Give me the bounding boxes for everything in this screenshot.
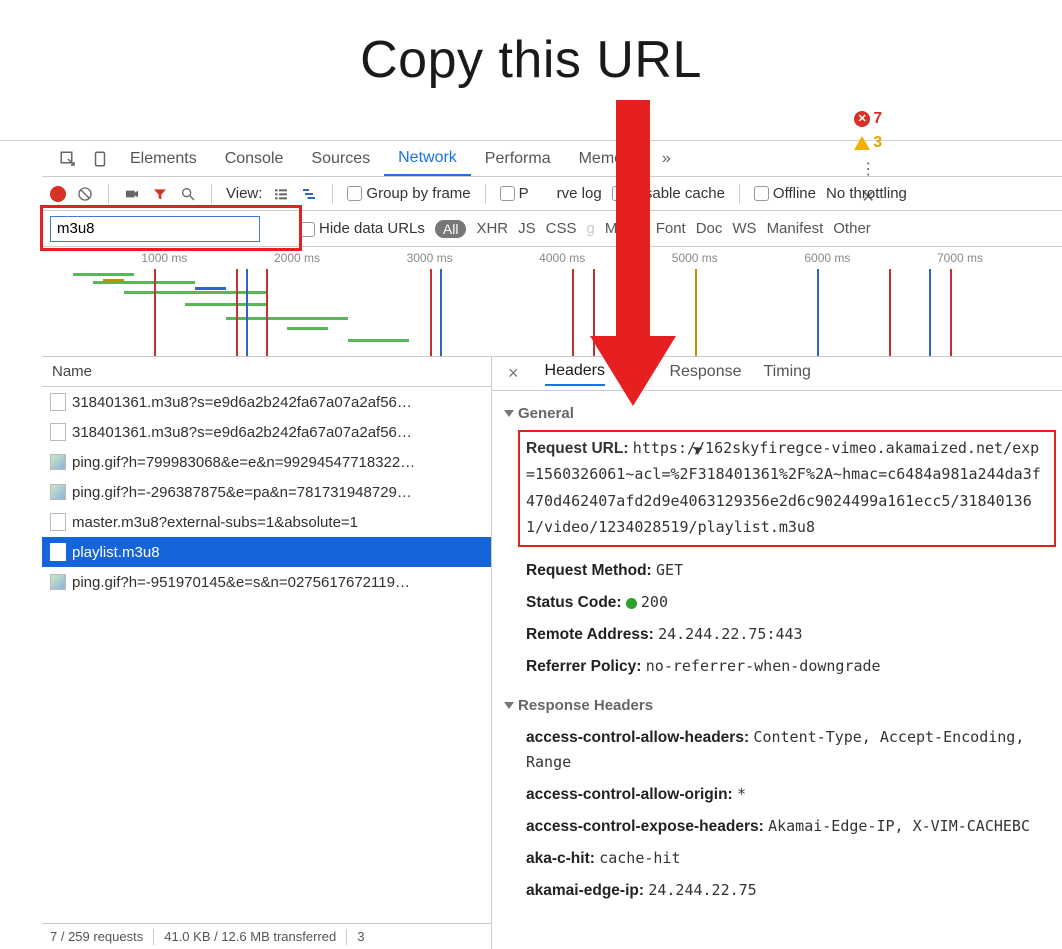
request-name: playlist.m3u8	[72, 544, 160, 561]
resp-header-value: 24.244.22.75	[648, 881, 756, 899]
remote-address: 24.244.22.75:443	[658, 625, 803, 643]
image-file-icon	[50, 484, 66, 500]
request-name: ping.gif?h=-296387875&e=pa&n=78173194872…	[72, 484, 412, 501]
resp-header-value: cache-hit	[599, 849, 680, 867]
tick: 7000 ms	[937, 251, 983, 265]
request-row[interactable]: master.m3u8?external-subs=1&absolute=1	[42, 507, 491, 537]
filter-all[interactable]: All	[435, 220, 467, 238]
request-method: GET	[656, 561, 683, 579]
name-column-header[interactable]: Name	[42, 357, 491, 387]
throttling-select[interactable]: No throttling	[826, 185, 907, 202]
filter-xhr[interactable]: XHR	[476, 220, 508, 237]
request-row[interactable]: ping.gif?h=-296387875&e=pa&n=78173194872…	[42, 477, 491, 507]
more-tabs-icon[interactable]: »	[655, 148, 677, 170]
hide-data-urls[interactable]: Hide data URLs	[300, 220, 425, 237]
error-count[interactable]: ✕7	[854, 110, 882, 128]
request-row[interactable]: 318401361.m3u8?s=e9d6a2b242fa67a07a2af56…	[42, 387, 491, 417]
filter-img[interactable]: g	[586, 220, 594, 237]
group-by-frame[interactable]: Group by frame	[347, 185, 470, 202]
request-detail-pane: × Headers ew Response Timing General Req…	[492, 357, 1062, 949]
tick: 6000 ms	[804, 251, 850, 265]
filter-manifest[interactable]: Manifest	[767, 220, 824, 237]
detail-tab-response[interactable]: Response	[669, 363, 741, 385]
filter-other[interactable]: Other	[833, 220, 871, 237]
filter-doc[interactable]: Doc	[696, 220, 723, 237]
request-name: 318401361.m3u8?s=e9d6a2b242fa67a07a2af56…	[72, 394, 412, 411]
tab-sources[interactable]: Sources	[297, 141, 384, 176]
filter-input[interactable]	[50, 216, 260, 242]
network-toolbar: View: Group by frame Prve log Disable ca…	[42, 177, 1062, 211]
request-name: ping.gif?h=799983068&e=e&n=9929454771832…	[72, 454, 415, 471]
request-name: ping.gif?h=-951970145&e=s&n=027561767211…	[72, 574, 410, 591]
resp-header-value: Akamai-Edge-IP, X-VIM-CACHEBC	[768, 817, 1030, 835]
devtools-panel: Elements Console Sources Network Perform…	[0, 140, 1062, 949]
request-name: 318401361.m3u8?s=e9d6a2b242fa67a07a2af56…	[72, 424, 412, 441]
search-icon[interactable]	[179, 185, 197, 203]
filter-row: Hide data URLs All XHR JS CSS g Media Fo…	[42, 211, 1062, 247]
tick: 2000 ms	[274, 251, 320, 265]
tick: 4000 ms	[539, 251, 585, 265]
document-file-icon	[50, 423, 66, 441]
document-file-icon	[50, 393, 66, 411]
filter-js[interactable]: JS	[518, 220, 536, 237]
clear-icon[interactable]	[76, 185, 94, 203]
tab-memory[interactable]: Memory	[565, 141, 651, 176]
referrer-policy: no-referrer-when-downgrade	[646, 657, 881, 675]
waterfall-view-icon[interactable]	[300, 185, 318, 203]
preserve-log[interactable]: Prve log	[500, 185, 602, 202]
page-instruction: Copy this URL	[0, 30, 1062, 90]
status-dot-icon	[626, 598, 637, 609]
filter-icon[interactable]	[151, 185, 169, 203]
tick: 1000 ms	[141, 251, 187, 265]
devtools-tabbar: Elements Console Sources Network Perform…	[42, 141, 1062, 177]
list-view-icon[interactable]	[272, 185, 290, 203]
record-icon[interactable]	[50, 186, 66, 202]
request-list-pane: Name 318401361.m3u8?s=e9d6a2b242fa67a07a…	[42, 357, 492, 949]
request-url-highlight: Request URL: https://162skyfiregce-vimeo…	[518, 430, 1056, 547]
status-bar: 7 / 259 requests 41.0 KB / 12.6 MB trans…	[42, 923, 491, 949]
status-transferred: 41.0 KB / 12.6 MB transferred	[164, 929, 336, 944]
document-file-icon	[50, 543, 66, 561]
filter-css[interactable]: CSS	[546, 220, 577, 237]
document-file-icon	[50, 513, 66, 531]
offline-toggle[interactable]: Offline	[754, 185, 816, 202]
status-extra: 3	[357, 929, 364, 944]
warning-count[interactable]: 3	[854, 134, 882, 152]
close-detail-icon[interactable]: ×	[504, 363, 523, 384]
section-response-headers[interactable]: Response Headers	[504, 697, 1058, 714]
tab-elements[interactable]: Elements	[116, 141, 211, 176]
tick: 3000 ms	[407, 251, 453, 265]
filter-media[interactable]: Media	[605, 220, 646, 237]
camera-icon[interactable]	[123, 185, 141, 203]
filter-font[interactable]: Font	[656, 220, 686, 237]
resp-header-value: *	[737, 785, 746, 803]
status-requests: 7 / 259 requests	[50, 929, 143, 944]
filter-ws[interactable]: WS	[732, 220, 756, 237]
tab-performance[interactable]: Performa	[471, 141, 565, 176]
view-label: View:	[226, 185, 262, 202]
device-icon[interactable]	[89, 148, 111, 170]
detail-tab-headers[interactable]: Headers	[545, 362, 605, 386]
image-file-icon	[50, 574, 66, 590]
status-code: 200	[641, 593, 668, 611]
request-row[interactable]: ping.gif?h=-951970145&e=s&n=027561767211…	[42, 567, 491, 597]
request-name: master.m3u8?external-subs=1&absolute=1	[72, 514, 358, 531]
request-row[interactable]: ping.gif?h=799983068&e=e&n=9929454771832…	[42, 447, 491, 477]
disable-cache[interactable]: Disable cache	[612, 185, 725, 202]
section-general[interactable]: General	[504, 405, 1058, 422]
detail-tab-timing[interactable]: Timing	[764, 363, 811, 385]
image-file-icon	[50, 454, 66, 470]
tab-console[interactable]: Console	[211, 141, 298, 176]
inspect-icon[interactable]	[57, 148, 79, 170]
tick: 5000 ms	[672, 251, 718, 265]
detail-tab-preview[interactable]: ew	[627, 363, 647, 385]
request-row[interactable]: playlist.m3u8	[42, 537, 491, 567]
tab-network[interactable]: Network	[384, 141, 471, 176]
network-timeline[interactable]: 1000 ms 2000 ms 3000 ms 4000 ms 5000 ms …	[42, 247, 1062, 357]
request-row[interactable]: 318401361.m3u8?s=e9d6a2b242fa67a07a2af56…	[42, 417, 491, 447]
